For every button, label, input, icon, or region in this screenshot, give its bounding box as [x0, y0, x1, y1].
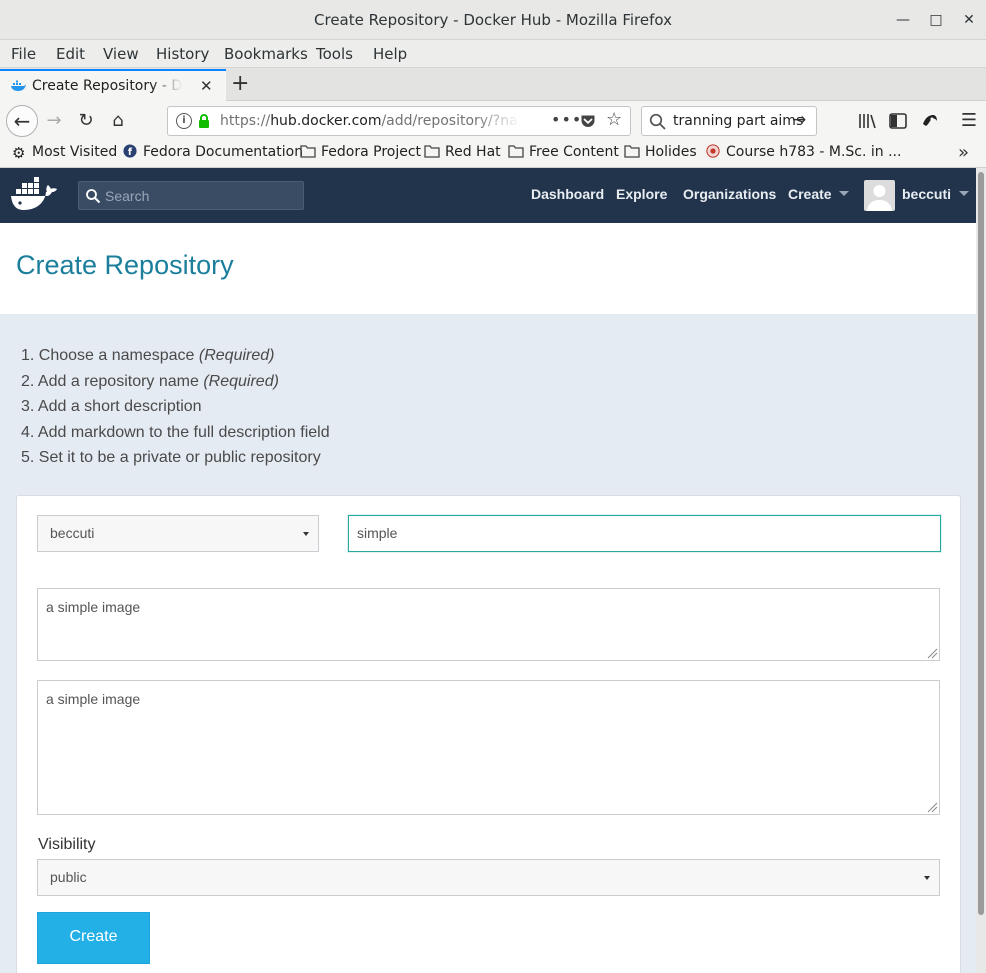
page-actions-icon[interactable]: ••• — [551, 110, 582, 129]
avatar[interactable] — [864, 180, 895, 211]
menu-history[interactable]: History — [156, 45, 209, 63]
short-description-field[interactable]: a simple image — [37, 588, 940, 661]
list-item: 4. Add markdown to the full description … — [21, 423, 330, 441]
navigation-toolbar: ← → ↻ ⌂ i https://hub.docker.com/add/rep… — [0, 101, 986, 141]
menu-bar: File Edit View History Bookmarks Tools H… — [0, 40, 986, 68]
dockerhub-navbar: Dashboard Explore Organizations Create b… — [0, 168, 976, 223]
namespace-value: beccuti — [50, 525, 95, 541]
tab-close-icon[interactable]: ✕ — [200, 77, 213, 95]
list-item: 3. Add a short description — [21, 398, 202, 415]
bookmark-fedora-project[interactable]: Fedora Project — [300, 144, 421, 160]
full-description-field[interactable]: a simple image — [37, 680, 940, 815]
dropdown-arrow-icon — [303, 532, 309, 536]
tab-strip: Create Repository - Docker Hub ✕ + — [0, 68, 986, 101]
visibility-value: public — [50, 869, 87, 885]
bookmark-fedora-documentation[interactable]: f Fedora Documentation — [122, 144, 303, 160]
folder-icon — [624, 145, 640, 158]
nav-explore[interactable]: Explore — [616, 186, 667, 202]
dropdown-arrow-icon — [924, 876, 930, 880]
folder-icon — [424, 145, 440, 158]
short-description-value: a simple image — [46, 599, 141, 615]
lock-icon — [199, 114, 209, 128]
sidebar-icon[interactable] — [887, 110, 909, 132]
window-title: Create Repository - Docker Hub - Mozilla… — [314, 11, 672, 29]
bookmark-free-content[interactable]: Free Content — [508, 144, 619, 160]
page-viewport: Dashboard Explore Organizations Create b… — [0, 168, 976, 973]
chevron-down-icon — [839, 191, 850, 196]
library-icon[interactable] — [856, 110, 878, 132]
chevron-down-icon — [958, 191, 969, 196]
nav-organizations[interactable]: Organizations — [683, 186, 776, 202]
repository-name-input[interactable]: simple — [348, 515, 941, 552]
menu-view[interactable]: View — [103, 45, 139, 63]
menu-edit[interactable]: Edit — [56, 45, 85, 63]
create-button[interactable]: Create — [37, 912, 150, 964]
search-go-icon[interactable]: → — [792, 110, 806, 130]
fedora-icon: f — [123, 144, 137, 158]
folder-icon — [508, 145, 524, 158]
url-text: https://hub.docker.com/add/repository/?n… — [220, 113, 520, 129]
bookmarks-toolbar: ⚙ Most Visited f Fedora Documentation Fedo… — [0, 141, 986, 168]
hamburger-menu-icon[interactable]: ☰ — [958, 110, 980, 132]
list-item: 5. Set it to be a private or public repo… — [21, 449, 321, 466]
menu-bookmarks[interactable]: Bookmarks — [224, 45, 308, 63]
site-info-icon[interactable]: i — [176, 113, 192, 129]
full-description-value: a simple image — [46, 691, 141, 707]
back-button[interactable]: ← — [6, 105, 38, 137]
repository-name-value: simple — [357, 525, 398, 541]
resize-grip-icon[interactable] — [926, 801, 938, 813]
extension-icon[interactable] — [919, 110, 941, 132]
bookmark-red-hat[interactable]: Red Hat — [424, 144, 501, 160]
close-window-button[interactable]: ✕ — [958, 9, 980, 31]
pocket-icon[interactable] — [580, 113, 596, 129]
user-avatar-icon — [867, 185, 892, 211]
home-button[interactable]: ⌂ — [104, 107, 132, 135]
namespace-select[interactable]: beccuti — [37, 515, 319, 552]
visibility-label: Visibility — [38, 836, 96, 853]
scrollbar-thumb[interactable] — [978, 172, 984, 915]
forward-button[interactable]: → — [40, 107, 68, 135]
nav-create[interactable]: Create — [788, 186, 850, 202]
visibility-select[interactable]: public — [37, 859, 940, 896]
new-tab-button[interactable]: + — [231, 72, 249, 96]
reload-button[interactable]: ↻ — [72, 107, 100, 135]
menu-tools[interactable]: Tools — [316, 45, 353, 63]
docker-favicon-icon — [11, 80, 26, 91]
folder-icon — [300, 145, 316, 158]
tab-create-repository[interactable]: Create Repository - Docker Hub ✕ — [0, 69, 226, 101]
page-scrollbar[interactable] — [976, 168, 986, 973]
menu-file[interactable]: File — [11, 45, 36, 63]
menu-help[interactable]: Help — [373, 45, 407, 63]
window-titlebar: Create Repository - Docker Hub - Mozilla… — [0, 0, 986, 40]
tab-label: Create Repository - Docker Hub — [32, 78, 182, 94]
nav-dashboard[interactable]: Dashboard — [531, 186, 604, 202]
page-header: Create Repository — [0, 223, 976, 314]
dockerhub-search — [78, 181, 304, 210]
bookmark-holides[interactable]: Holides — [624, 144, 697, 160]
docker-logo-icon[interactable] — [8, 176, 58, 214]
list-item: 2. Add a repository name (Required) — [21, 372, 279, 390]
search-icon — [649, 113, 666, 130]
gear-icon: ⚙ — [12, 144, 26, 162]
dockerhub-search-input[interactable] — [105, 183, 295, 208]
bookmark-course-h783[interactable]: Course h783 - M.Sc. in ... — [705, 144, 901, 160]
search-bar[interactable]: tranning part aims → — [641, 106, 817, 136]
resize-grip-icon[interactable] — [926, 647, 938, 659]
instructions-list: 1. Choose a namespace (Required) 2. Add … — [21, 346, 330, 474]
maximize-button[interactable]: □ — [925, 9, 947, 31]
bookmark-star-icon[interactable]: ☆ — [606, 109, 622, 130]
user-menu[interactable]: beccuti — [902, 186, 969, 202]
search-value: tranning part aims — [673, 113, 804, 129]
page-title: Create Repository — [16, 250, 234, 280]
course-icon — [706, 144, 720, 158]
minimize-button[interactable]: — — [892, 9, 914, 31]
list-item: 1. Choose a namespace (Required) — [21, 347, 275, 364]
bookmark-most-visited[interactable]: ⚙ Most Visited — [12, 144, 117, 162]
url-bar[interactable]: i https://hub.docker.com/add/repository/… — [167, 106, 631, 136]
search-icon — [86, 189, 101, 204]
bookmarks-overflow-icon[interactable]: » — [958, 142, 969, 163]
create-repository-form: beccuti simple a simple image a simple i… — [16, 495, 961, 973]
